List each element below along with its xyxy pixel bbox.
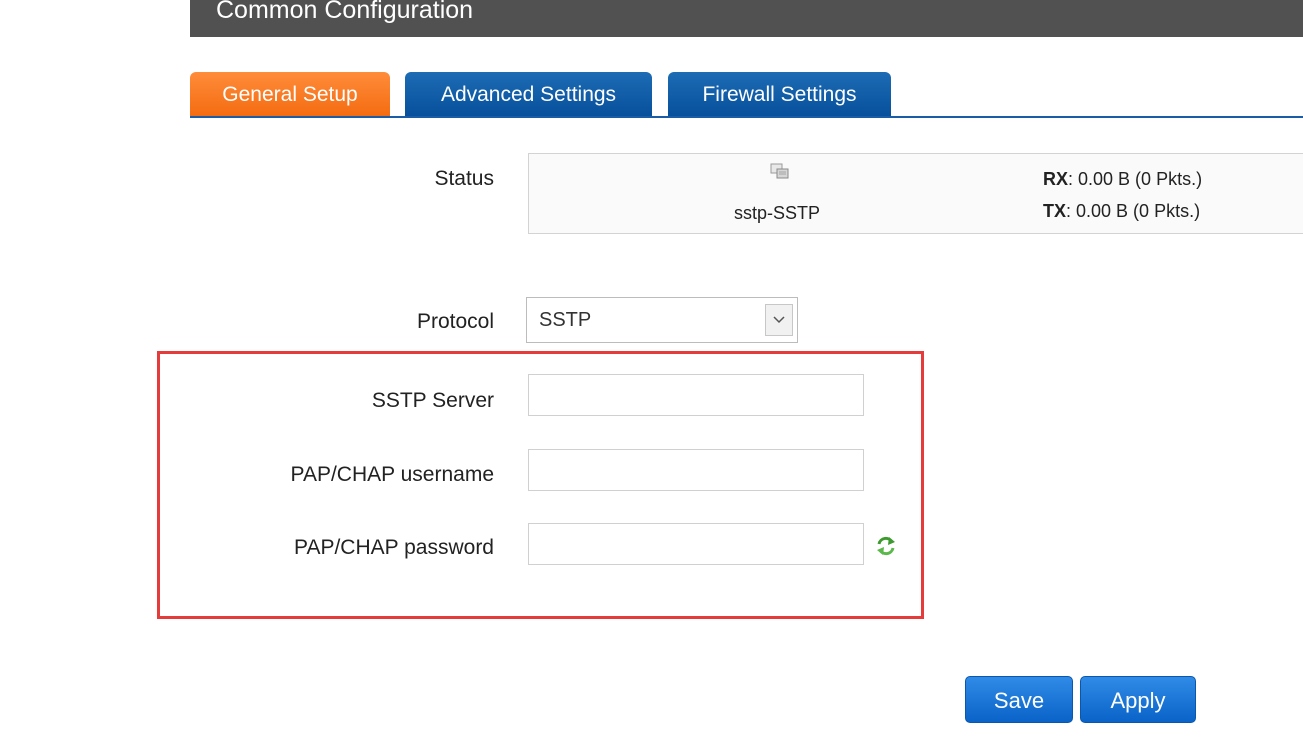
reveal-password-icon[interactable] — [875, 534, 897, 558]
chevron-down-icon[interactable] — [765, 304, 793, 336]
interface-name: sstp-SSTP — [734, 203, 821, 223]
tab-advanced-settings[interactable]: Advanced Settings — [405, 72, 652, 116]
status-label: Status — [434, 167, 494, 190]
sstp-server-input[interactable] — [528, 374, 864, 416]
tx-label: TX — [1043, 201, 1067, 221]
protocol-select[interactable]: SSTP — [526, 297, 798, 343]
protocol-selected-value: SSTP — [539, 309, 592, 331]
protocol-label: Protocol — [416, 310, 494, 333]
rx-label: RX — [1043, 169, 1069, 189]
tx-stats: TX: 0.00 B (0 Pkts.) — [1043, 201, 1200, 222]
network-interface-icon — [770, 163, 789, 179]
status-panel: sstp-SSTP RX: 0.00 B (0 Pkts.) TX: 0.00 … — [528, 153, 1303, 234]
section-title: Common Configuration — [216, 0, 474, 24]
tx-value: : 0.00 B (0 Pkts.) — [1066, 201, 1201, 221]
tab-firewall-settings[interactable]: Firewall Settings — [668, 72, 891, 116]
password-input[interactable] — [528, 523, 864, 565]
tab-general-setup[interactable]: General Setup — [190, 72, 390, 116]
username-label: PAP/CHAP username — [290, 463, 494, 486]
tab-bar: General Setup Advanced Settings Firewall… — [190, 72, 1303, 118]
section-header: Common Configuration — [190, 0, 1303, 37]
rx-value: : 0.00 B (0 Pkts.) — [1068, 169, 1203, 189]
password-label: PAP/CHAP password — [294, 536, 494, 559]
rx-stats: RX: 0.00 B (0 Pkts.) — [1043, 169, 1202, 190]
save-button[interactable]: Save — [965, 676, 1073, 723]
username-input[interactable] — [528, 449, 864, 491]
sstp-server-label: SSTP Server — [371, 389, 494, 412]
apply-button[interactable]: Apply — [1080, 676, 1196, 723]
